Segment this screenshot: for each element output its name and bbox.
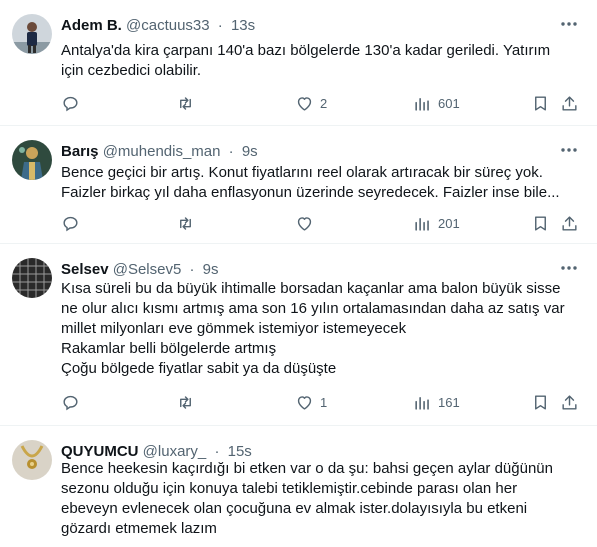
tweet[interactable]: Selsev @Selsev5 · 9s Kısa süreli bu da b… <box>0 244 597 426</box>
views-icon <box>415 396 429 410</box>
timeline: Adem B. @cactuus33 · 13s Antalya'da kira… <box>0 0 597 547</box>
more-icon[interactable] <box>559 17 579 31</box>
tweet-text-line: ebeveyn evlenecek olan çocuğuna ev almak… <box>61 500 528 517</box>
more-icon[interactable] <box>559 261 579 275</box>
display-name[interactable]: Selsev <box>61 261 109 278</box>
user-handle[interactable]: @luxary_ <box>143 443 207 460</box>
like-button[interactable]: 2 <box>295 91 327 115</box>
retweet-button[interactable] <box>176 390 201 414</box>
retweet-button[interactable] <box>176 91 201 115</box>
like-button[interactable] <box>295 211 320 235</box>
timestamp[interactable]: 9s <box>242 143 258 160</box>
tweet-text: Kısa süreli bu da büyük ihtimalle borsad… <box>61 279 569 379</box>
tweet-text-line: Bence geçici bir artış. Konut fiyatların… <box>61 164 543 181</box>
tweet-text-line: Kısa süreli bu da büyük ihtimalle borsad… <box>61 280 561 297</box>
like-count: 2 <box>320 95 328 111</box>
views-count: 161 <box>438 394 460 410</box>
reply-button[interactable] <box>61 211 86 235</box>
avatar[interactable] <box>12 258 52 298</box>
tweet-text: Antalya'da kira çarpanı 140'a bazı bölge… <box>61 41 569 81</box>
bookmark-button[interactable] <box>531 91 550 115</box>
user-handle[interactable]: @cactuus33 <box>126 17 210 34</box>
like-icon <box>297 395 312 410</box>
bookmark-button[interactable] <box>531 211 550 235</box>
bookmark-button[interactable] <box>531 390 550 414</box>
reply-icon <box>63 216 78 231</box>
views-button[interactable]: 161 <box>413 390 460 414</box>
avatar-armored-figure-icon <box>12 140 52 180</box>
tweet-text-line: Rakamlar belli bölgelerde artmış <box>61 340 277 357</box>
bookmark-icon <box>535 95 546 111</box>
views-button[interactable]: 601 <box>413 91 460 115</box>
user-handle[interactable]: @Selsev5 <box>113 261 182 278</box>
timestamp[interactable]: 13s <box>231 17 255 34</box>
tweet-header: Barış @muhendis_man · 9s <box>61 142 258 162</box>
share-button[interactable] <box>560 91 579 115</box>
display-name[interactable]: Barış <box>61 143 99 160</box>
tweet[interactable]: Barış @muhendis_man · 9s Bence geçici bi… <box>0 126 597 244</box>
tweet-text-line: Faizler birkaç yıl daha enflasyonun üzer… <box>61 184 560 201</box>
avatar[interactable] <box>12 440 52 480</box>
action-bar: 1 161 <box>61 390 577 414</box>
tweet-text-line: gözardı etmemek lazım <box>61 520 217 537</box>
more-icon[interactable] <box>559 143 579 157</box>
share-icon <box>562 95 577 111</box>
views-count: 201 <box>438 215 460 231</box>
reply-icon <box>63 96 78 111</box>
separator: · <box>189 261 195 278</box>
avatar[interactable] <box>12 140 52 180</box>
avatar-man-standing-icon <box>12 14 52 54</box>
reply-button[interactable] <box>61 91 86 115</box>
tweet-text-line: Çoğu bölgede fiyatlar sabit ya da düşüşt… <box>61 360 337 377</box>
like-count: 1 <box>320 394 328 410</box>
separator: · <box>214 443 220 460</box>
views-icon <box>415 97 429 111</box>
like-button[interactable]: 1 <box>295 390 327 414</box>
avatar-grid-pattern-icon <box>12 258 52 298</box>
views-button[interactable]: 201 <box>413 211 460 235</box>
tweet-header: Selsev @Selsev5 · 9s <box>61 260 219 280</box>
tweet[interactable]: QUYUMCU @luxary_ · 15s Bence heekesin ka… <box>0 426 597 547</box>
tweet-text-line: millet milyonları eve gömmek istemiyor i… <box>61 320 407 337</box>
retweet-button[interactable] <box>176 211 201 235</box>
bookmark-icon <box>535 215 546 231</box>
action-bar: 201 <box>61 211 577 235</box>
retweet-icon <box>180 395 191 409</box>
tweet-text-line: Antalya'da kira çarpanı 140'a bazı bölge… <box>61 42 551 59</box>
tweet-text-line: için cezbedici olabilir. <box>61 62 202 79</box>
tweet-text-line: ne olur alıcı kısmı artmış ama son 16 yı… <box>61 300 565 317</box>
separator: · <box>217 17 223 34</box>
retweet-icon <box>180 216 191 230</box>
reply-icon <box>63 395 78 410</box>
tweet-text: Bence heekesin kaçırdığı bi etken var o … <box>61 459 569 539</box>
timestamp[interactable]: 15s <box>228 443 252 460</box>
share-icon <box>562 394 577 410</box>
user-handle[interactable]: @muhendis_man <box>103 143 221 160</box>
like-icon <box>297 216 312 231</box>
avatar[interactable] <box>12 14 52 54</box>
tweet[interactable]: Adem B. @cactuus33 · 13s Antalya'da kira… <box>0 0 597 126</box>
tweet-text-line: Bence heekesin kaçırdığı bi etken var o … <box>61 460 553 477</box>
display-name[interactable]: QUYUMCU <box>61 443 139 460</box>
bookmark-icon <box>535 394 546 410</box>
timestamp[interactable]: 9s <box>203 261 219 278</box>
share-icon <box>562 215 577 231</box>
views-count: 601 <box>438 95 460 111</box>
action-bar: 2 601 <box>61 91 577 115</box>
like-icon <box>297 96 312 111</box>
views-icon <box>415 217 429 231</box>
reply-button[interactable] <box>61 390 86 414</box>
avatar-gold-necklace-icon <box>12 440 52 480</box>
tweet-header: Adem B. @cactuus33 · 13s <box>61 16 255 36</box>
share-button[interactable] <box>560 390 579 414</box>
separator: · <box>228 143 234 160</box>
display-name[interactable]: Adem B. <box>61 17 122 34</box>
retweet-icon <box>180 96 191 110</box>
tweet-text: Bence geçici bir artış. Konut fiyatların… <box>61 163 569 203</box>
tweet-text-line: sezonu olduğu için konuya talebi tetikle… <box>61 480 518 497</box>
share-button[interactable] <box>560 211 579 235</box>
